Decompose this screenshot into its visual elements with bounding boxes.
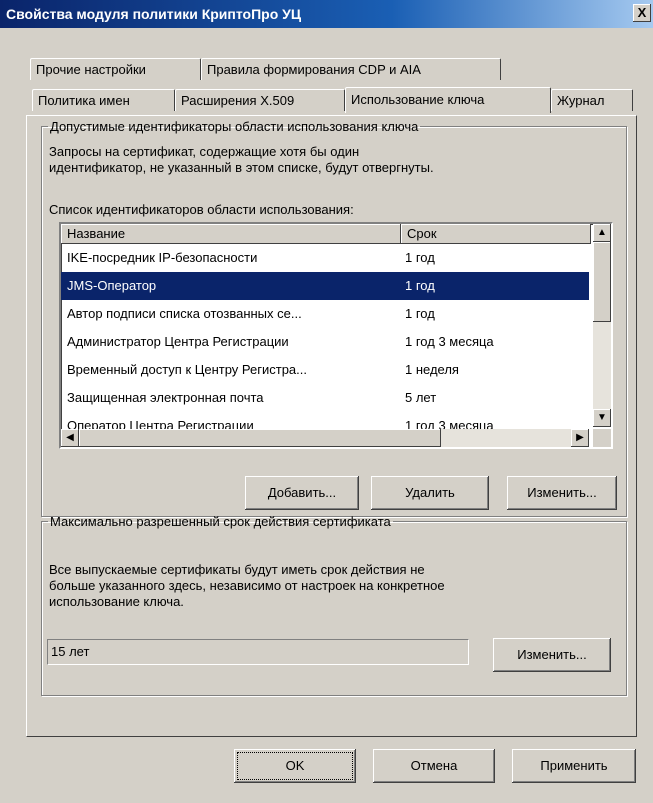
- item-name: Администратор Центра Регистрации: [67, 334, 289, 349]
- key-usage-group-legend: Допустимые идентификаторы области исполь…: [50, 119, 419, 134]
- horizontal-scroll-thumb[interactable]: [79, 429, 441, 447]
- item-term: 1 неделя: [405, 362, 459, 377]
- tab-label: Расширения X.509: [181, 93, 295, 108]
- column-header-term[interactable]: Срок: [401, 224, 591, 244]
- max-term-description-line2: больше указанного здесь, независимо от н…: [49, 578, 445, 593]
- close-button[interactable]: X: [633, 4, 651, 22]
- list-item[interactable]: Временный доступ к Центру Регистра... 1 …: [61, 356, 589, 384]
- item-term: 1 год: [405, 306, 435, 321]
- arrow-up-icon: ▲: [597, 227, 607, 238]
- column-header-label: Срок: [407, 226, 437, 241]
- tab-other-settings[interactable]: Прочие настройки: [30, 58, 201, 80]
- apply-button[interactable]: Применить: [512, 749, 636, 783]
- item-name: Временный доступ к Центру Регистра...: [67, 362, 307, 377]
- delete-button[interactable]: Удалить: [371, 476, 489, 510]
- key-usage-description-line1: Запросы на сертификат, содержащие хотя б…: [49, 144, 360, 159]
- edit-usage-button[interactable]: Изменить...: [507, 476, 617, 510]
- item-name: JMS-Оператор: [67, 278, 157, 293]
- tab-cdp-aia-rules[interactable]: Правила формирования CDP и AIA: [201, 58, 501, 80]
- scroll-down-button[interactable]: ▼: [593, 409, 611, 427]
- item-name: IKE-посредник IP-безопасности: [67, 250, 258, 265]
- scroll-right-button[interactable]: ▶: [571, 429, 589, 447]
- list-item[interactable]: IKE-посредник IP-безопасности 1 год: [61, 244, 589, 272]
- list-item[interactable]: Администратор Центра Регистрации 1 год 3…: [61, 328, 589, 356]
- title-bar[interactable]: Свойства модуля политики КриптоПро УЦ X: [0, 0, 653, 28]
- list-item-selected[interactable]: JMS-Оператор 1 год: [61, 272, 589, 300]
- item-name: Автор подписи списка отозванных се...: [67, 306, 302, 321]
- tab-label: Прочие настройки: [36, 62, 146, 77]
- tab-key-usage[interactable]: Использование ключа: [345, 87, 551, 113]
- ok-button[interactable]: OK: [234, 749, 356, 783]
- horizontal-scrollbar[interactable]: ◀ ▶: [61, 429, 589, 447]
- tab-x509-extensions[interactable]: Расширения X.509: [175, 89, 345, 111]
- arrow-down-icon: ▼: [597, 412, 607, 423]
- tab-label: Журнал: [557, 93, 605, 108]
- max-term-field[interactable]: 15 лет: [47, 639, 469, 665]
- scroll-corner: [593, 429, 611, 447]
- list-label: Список идентификаторов области использов…: [49, 202, 354, 217]
- item-term: 1 год: [405, 278, 435, 293]
- item-name: Защищенная электронная почта: [67, 390, 264, 405]
- cancel-button[interactable]: Отмена: [373, 749, 495, 783]
- column-header-name[interactable]: Название: [61, 224, 401, 244]
- tab-journal[interactable]: Журнал: [551, 89, 633, 111]
- properties-dialog: Свойства модуля политики КриптоПро УЦ X …: [0, 0, 653, 803]
- list-item[interactable]: Автор подписи списка отозванных се... 1 …: [61, 300, 589, 328]
- item-term: 1 год: [405, 250, 435, 265]
- key-usage-list[interactable]: Название Срок IKE-посредник IP-безопасно…: [59, 222, 613, 449]
- edit-max-term-button[interactable]: Изменить...: [493, 638, 611, 672]
- close-icon: X: [637, 5, 647, 20]
- max-term-description-line1: Все выпускаемые сертификаты будут иметь …: [49, 562, 425, 577]
- vertical-scrollbar[interactable]: ▲ ▼: [593, 224, 611, 427]
- key-usage-tab-panel: Допустимые идентификаторы области исполь…: [26, 115, 637, 737]
- arrow-left-icon: ◀: [66, 432, 74, 443]
- vertical-scroll-thumb[interactable]: [593, 242, 611, 322]
- tab-name-policy[interactable]: Политика имен: [32, 89, 175, 111]
- tab-label: Политика имен: [38, 93, 130, 108]
- add-button[interactable]: Добавить...: [245, 476, 359, 510]
- max-term-group-legend: Максимально разрешенный срок действия се…: [50, 514, 391, 529]
- arrow-right-icon: ▶: [576, 432, 584, 443]
- key-usage-description-line2: идентификатор, не указанный в этом списк…: [49, 160, 434, 175]
- item-term: 5 лет: [405, 390, 437, 405]
- scroll-up-button[interactable]: ▲: [593, 224, 611, 242]
- column-header-label: Название: [67, 226, 126, 241]
- list-item[interactable]: Защищенная электронная почта 5 лет: [61, 384, 589, 412]
- tab-label: Правила формирования CDP и AIA: [207, 62, 421, 77]
- item-term: 1 год 3 месяца: [405, 334, 494, 349]
- tab-label: Использование ключа: [351, 92, 485, 107]
- max-term-description-line3: использование ключа.: [49, 594, 184, 609]
- scroll-left-button[interactable]: ◀: [61, 429, 79, 447]
- window-title: Свойства модуля политики КриптоПро УЦ: [6, 6, 302, 22]
